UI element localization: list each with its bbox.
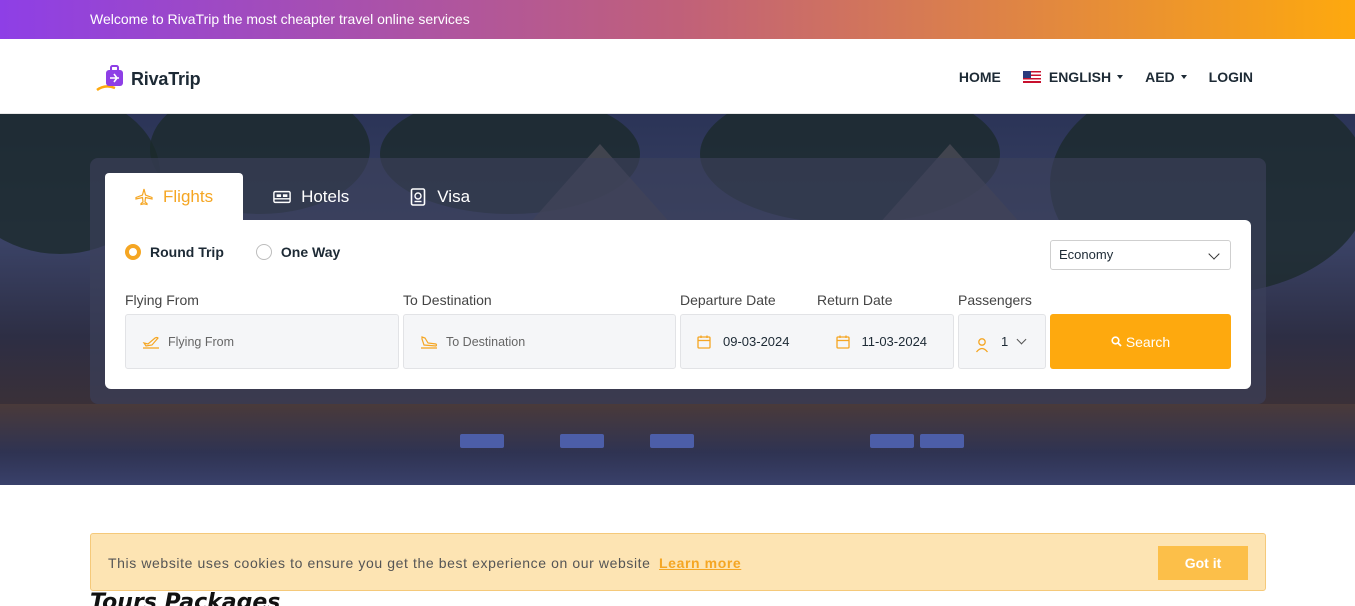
tab-hotels-label: Hotels [301, 186, 350, 206]
logo[interactable]: RivaTrip [95, 64, 201, 94]
cookie-message: This website uses cookies to ensure you … [108, 555, 741, 571]
lounger [560, 434, 604, 448]
suitcase-plane-icon [95, 64, 129, 94]
return-date-field[interactable]: 11-03-2024 [835, 334, 928, 350]
cabin-class-select[interactable]: Economy [1050, 240, 1231, 270]
cookie-banner: This website uses cookies to ensure you … [90, 533, 1266, 591]
tab-visa-label: Visa [437, 186, 471, 206]
nav-home-label: HOME [958, 68, 1001, 85]
search-button[interactable]: Search [1050, 314, 1231, 369]
search-tabs: Flights Hotels Visa [105, 173, 500, 220]
radio-selected-icon [125, 244, 141, 260]
currency-label: AED [1145, 68, 1175, 85]
lounger [460, 434, 504, 448]
passengers-value: 1 [1001, 334, 1009, 349]
calendar-icon [835, 334, 854, 350]
search-icon [1111, 336, 1122, 347]
passport-icon [409, 187, 427, 206]
date-range-input[interactable]: 09-03-2024 11-03-2024 [680, 314, 954, 369]
user-icon [975, 337, 993, 353]
return-date-label: Return Date [817, 292, 893, 308]
round-trip-radio[interactable]: Round Trip [125, 244, 224, 260]
flying-from-placeholder: Flying From [168, 334, 234, 349]
lounger [650, 434, 694, 448]
currency-dropdown[interactable]: AED [1145, 69, 1187, 85]
us-flag-icon [1022, 70, 1041, 83]
nav-login[interactable]: LOGIN [1209, 69, 1253, 85]
nav-home[interactable]: HOME [959, 69, 1001, 85]
round-trip-label: Round Trip [150, 244, 224, 260]
search-button-label: Search [1125, 333, 1171, 350]
cookie-text: This website uses cookies to ensure you … [108, 555, 651, 571]
departure-date-label: Departure Date [680, 292, 776, 308]
radio-unselected-icon [255, 244, 272, 260]
lounger [920, 434, 964, 448]
login-label: LOGIN [1208, 68, 1253, 85]
tours-packages-heading: Tours Packages [90, 590, 281, 606]
flying-from-label: Flying From [125, 292, 199, 308]
tab-flights[interactable]: Flights [105, 173, 244, 220]
plane-landing-icon [420, 334, 438, 350]
navbar: RivaTrip HOME ENGLISH AED LOGIN [0, 39, 1355, 114]
tab-visa[interactable]: Visa [379, 173, 500, 220]
got-it-button[interactable]: Got it [1158, 546, 1248, 580]
nav-menu: HOME ENGLISH AED LOGIN [937, 39, 1253, 114]
brand-name: RivaTrip [131, 68, 201, 89]
tab-hotels[interactable]: Hotels [243, 173, 379, 220]
cabin-class-value: Economy [1059, 247, 1114, 262]
plane-takeoff-icon [142, 334, 160, 350]
departure-date-value: 09-03-2024 [723, 334, 790, 349]
to-destination-placeholder: To Destination [446, 334, 526, 349]
lounger [870, 434, 914, 448]
passengers-select[interactable]: 1 [958, 314, 1046, 369]
language-dropdown[interactable]: ENGLISH [1022, 68, 1124, 85]
plane-icon [135, 188, 153, 206]
passengers-label: Passengers [958, 292, 1032, 308]
one-way-radio[interactable]: One Way [255, 244, 341, 260]
to-destination-input[interactable]: To Destination [403, 314, 676, 369]
welcome-text: Welcome to RivaTrip the most cheapter tr… [90, 11, 470, 27]
learn-more-link[interactable]: Learn more [659, 555, 741, 571]
departure-date-field[interactable]: 09-03-2024 [697, 334, 790, 350]
bed-icon [273, 188, 291, 206]
return-date-value: 11-03-2024 [861, 334, 928, 349]
caret-down-icon [1180, 74, 1187, 79]
trip-type-options: Round Trip One Way [125, 244, 372, 260]
chevron-down-icon [1208, 248, 1220, 260]
one-way-label: One Way [280, 244, 341, 260]
flying-from-input[interactable]: Flying From [125, 314, 399, 369]
chevron-down-icon [1016, 334, 1027, 345]
language-label: ENGLISH [1048, 68, 1112, 85]
to-destination-label: To Destination [403, 292, 492, 308]
caret-down-icon [1117, 74, 1124, 79]
announcement-bar: Welcome to RivaTrip the most cheapter tr… [0, 0, 1355, 39]
flight-search-panel: Round Trip One Way Economy Flying From T… [105, 220, 1251, 389]
calendar-icon [697, 334, 715, 350]
tab-flights-label: Flights [163, 186, 214, 206]
